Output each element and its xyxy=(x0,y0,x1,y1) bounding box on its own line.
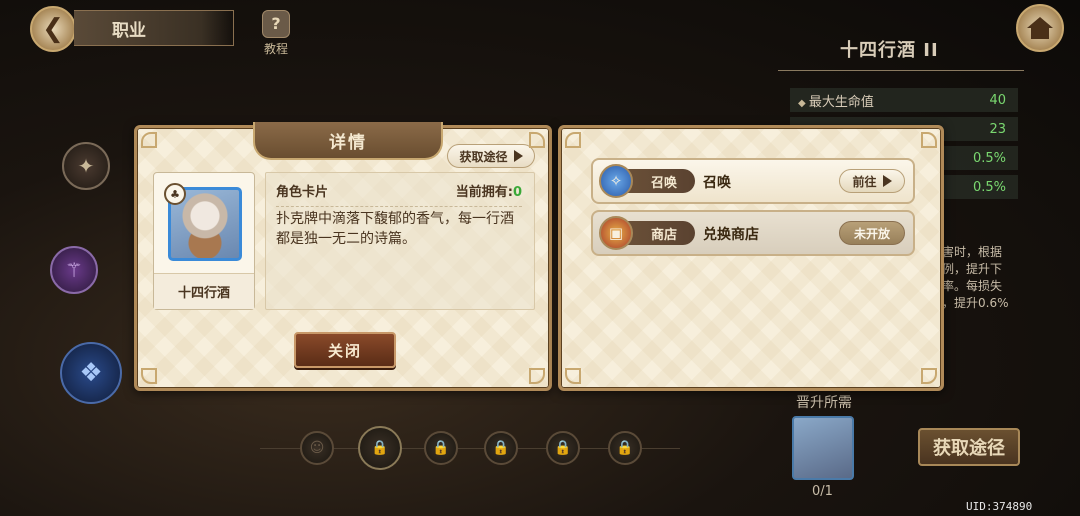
tutorial-button[interactable]: ? 教程 xyxy=(256,10,296,56)
owned-count: 当前拥有:0 xyxy=(456,181,522,200)
source-name: 兑换商店 xyxy=(703,227,759,243)
owned-label: 当前拥有: xyxy=(455,185,513,200)
source-row-shop: 商店 ▣ 兑换商店 未开放 xyxy=(591,210,915,256)
lock-icon[interactable]: 🔒 xyxy=(424,431,458,465)
owned-value: 0 xyxy=(512,185,522,200)
page-title: 职业 xyxy=(74,10,234,46)
lock-icon[interactable]: 🔒 xyxy=(608,431,642,465)
stat-value: 0.5% xyxy=(972,179,1006,195)
promote-item-card[interactable] xyxy=(792,416,854,480)
detail-header: 详情 xyxy=(253,122,443,160)
book-class-icon[interactable]: ✦ xyxy=(62,142,110,190)
goto-label: 前往 xyxy=(852,174,877,189)
stat-value: 23 xyxy=(989,121,1006,137)
stat-name: 最大生命值 xyxy=(798,91,874,110)
title-divider xyxy=(778,70,1024,71)
play-arrow-icon xyxy=(513,150,523,162)
arrow-left-icon: ❮ xyxy=(42,14,64,44)
get-path-button[interactable]: 获取途径 xyxy=(918,428,1020,466)
source-tag: 召唤 xyxy=(625,169,695,193)
tutorial-label: 教程 xyxy=(263,42,288,56)
acquire-path-label: 获取途径 xyxy=(459,149,508,164)
corner-ornament xyxy=(565,132,581,148)
stat-value: 0.5% xyxy=(972,150,1006,166)
corner-ornament xyxy=(921,132,937,148)
detail-panel: 详情 获取途径 ♣ 十四行酒 角色卡片 当前拥有:0 扑克牌中滴落下馥郁的香气，… xyxy=(134,122,552,391)
summon-icon: ✧ xyxy=(599,164,633,198)
lock-icon[interactable]: 🔒 xyxy=(358,426,402,470)
corner-ornament xyxy=(529,368,545,384)
uid-label: UID:374890 xyxy=(966,500,1033,513)
not-open-button[interactable]: 未开放 xyxy=(839,221,905,245)
corner-ornament xyxy=(141,368,157,384)
house-icon xyxy=(1027,16,1053,39)
question-icon: ? xyxy=(262,10,290,38)
item-description: 扑克牌中滴落下馥郁的香气，每一行酒都是独一无二的诗篇。 xyxy=(276,211,514,247)
play-arrow-icon xyxy=(882,175,892,187)
sources-panel: 召唤 ✧ 召唤 前往 商店 ▣ 兑换商店 未开放 xyxy=(558,125,944,391)
item-title: 十四行酒 II xyxy=(840,40,939,61)
source-row-summon: 召唤 ✧ 召唤 前往 xyxy=(591,158,915,204)
character-card: ♣ 十四行酒 xyxy=(153,172,255,310)
home-button[interactable] xyxy=(1016,4,1064,52)
open-book-class-icon[interactable]: ❖ xyxy=(60,342,122,404)
back-button[interactable]: ❮ xyxy=(30,6,76,52)
description-box: 角色卡片 当前拥有:0 扑克牌中滴落下馥郁的香气，每一行酒都是独一无二的诗篇。 xyxy=(265,172,535,310)
card-type: 角色卡片 xyxy=(276,185,329,200)
lock-icon[interactable]: 🔒 xyxy=(484,431,518,465)
acquire-path-button[interactable]: 获取途径 xyxy=(447,144,535,168)
staff-class-icon[interactable]: ⚚ xyxy=(50,246,98,294)
description-header: 角色卡片 当前拥有:0 xyxy=(276,181,522,207)
stat-value: 40 xyxy=(989,92,1006,108)
stat-row: 最大生命值 40 xyxy=(790,88,1018,112)
corner-ornament xyxy=(141,132,157,148)
source-name: 召唤 xyxy=(703,175,731,191)
goto-button[interactable]: 前往 xyxy=(839,169,905,193)
corner-ornament xyxy=(921,368,937,384)
close-button[interactable]: 关闭 xyxy=(294,332,396,368)
promote-count: 0/1 xyxy=(812,484,833,499)
source-tag: 商店 xyxy=(625,221,695,245)
corner-ornament xyxy=(529,132,545,148)
corner-ornament xyxy=(565,368,581,384)
shop-icon: ▣ xyxy=(599,216,633,250)
lock-icon[interactable]: 🔒 xyxy=(546,431,580,465)
clover-badge-icon: ♣ xyxy=(164,183,186,205)
character-node[interactable]: ☺ xyxy=(300,431,334,465)
promote-label: 晋升所需 xyxy=(796,395,852,411)
character-name: 十四行酒 xyxy=(154,273,254,309)
